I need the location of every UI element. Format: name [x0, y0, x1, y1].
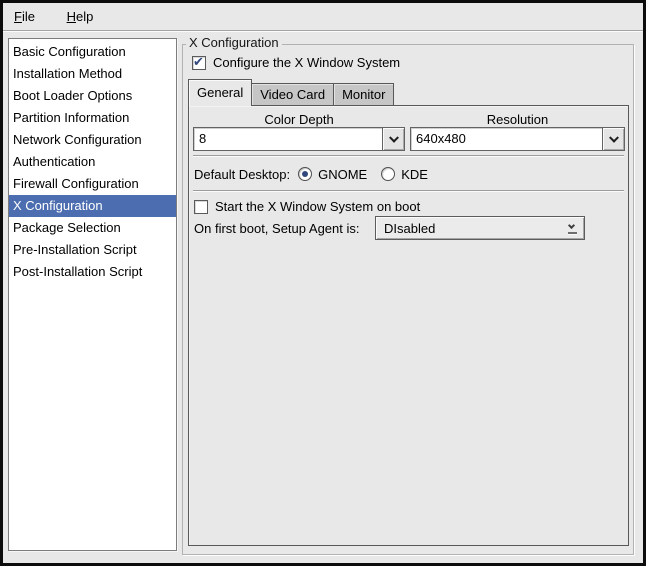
section-list: Basic Configuration Installation Method …	[8, 38, 177, 551]
sidebar-item-package-selection[interactable]: Package Selection	[9, 217, 176, 239]
radio-kde[interactable]	[381, 167, 395, 181]
configure-x-label: Configure the X Window System	[213, 55, 400, 70]
color-depth-combo[interactable]: 8	[193, 127, 405, 151]
color-depth-dropdown-button[interactable]	[382, 127, 405, 151]
menu-file[interactable]: File	[5, 7, 44, 27]
chevron-down-icon	[609, 133, 619, 143]
sidebar-item-installation-method[interactable]: Installation Method	[9, 63, 176, 85]
tab-video-card[interactable]: Video Card	[251, 83, 334, 106]
sidebar-item-post-installation-script[interactable]: Post-Installation Script	[9, 261, 176, 283]
setup-agent-option-menu[interactable]: DIsabled	[375, 216, 585, 240]
configure-x-checkbox-row[interactable]: ✔ Configure the X Window System	[192, 55, 400, 70]
sidebar-item-boot-loader-options[interactable]: Boot Loader Options	[9, 85, 176, 107]
sidebar-item-pre-installation-script[interactable]: Pre-Installation Script	[9, 239, 176, 261]
sidebar-item-authentication[interactable]: Authentication	[9, 151, 176, 173]
menu-help[interactable]: Help	[58, 7, 103, 27]
sidebar-item-basic-configuration[interactable]: Basic Configuration	[9, 41, 176, 63]
setup-agent-label: On first boot, Setup Agent is:	[194, 221, 359, 236]
start-x-checkbox-row[interactable]: ✔ Start the X Window System on boot	[194, 199, 420, 214]
default-desktop-row: Default Desktop: GNOME KDE	[194, 163, 428, 185]
frame-title: X Configuration	[186, 35, 282, 50]
menubar: File Help	[3, 3, 643, 31]
default-desktop-label: Default Desktop:	[194, 167, 290, 182]
configure-x-checkbox[interactable]: ✔	[192, 56, 206, 70]
separator	[193, 155, 624, 157]
x-configuration-frame: X Configuration ✔ Configure the X Window…	[182, 44, 634, 555]
sidebar-item-x-configuration[interactable]: X Configuration	[9, 195, 176, 217]
start-x-checkbox[interactable]: ✔	[194, 200, 208, 214]
kickstart-configurator-window: File Help Basic Configuration Installati…	[0, 0, 646, 566]
radio-gnome-label[interactable]: GNOME	[318, 167, 367, 182]
sidebar-item-partition-information[interactable]: Partition Information	[9, 107, 176, 129]
tab-monitor[interactable]: Monitor	[333, 83, 394, 106]
separator	[193, 190, 624, 192]
resolution-label: Resolution	[410, 112, 625, 128]
sidebar-item-firewall-configuration[interactable]: Firewall Configuration	[9, 173, 176, 195]
color-depth-value[interactable]: 8	[193, 127, 382, 151]
general-tab-panel: Color Depth 8 Resolution 640x480 Default…	[188, 105, 629, 546]
chevron-down-icon	[389, 133, 399, 143]
resolution-combo[interactable]: 640x480	[410, 127, 625, 151]
start-x-label: Start the X Window System on boot	[215, 199, 420, 214]
resolution-dropdown-button[interactable]	[602, 127, 625, 151]
setup-agent-value: DIsabled	[384, 221, 435, 236]
option-arrow-icon	[567, 221, 577, 236]
radio-gnome[interactable]	[298, 167, 312, 181]
color-depth-label: Color Depth	[193, 112, 405, 128]
resolution-value[interactable]: 640x480	[410, 127, 602, 151]
notebook-tabbar: General Video Card Monitor	[188, 79, 393, 106]
radio-kde-label[interactable]: KDE	[401, 167, 428, 182]
sidebar-item-network-configuration[interactable]: Network Configuration	[9, 129, 176, 151]
checkmark-icon: ✔	[193, 54, 204, 70]
tab-general[interactable]: General	[188, 79, 252, 106]
